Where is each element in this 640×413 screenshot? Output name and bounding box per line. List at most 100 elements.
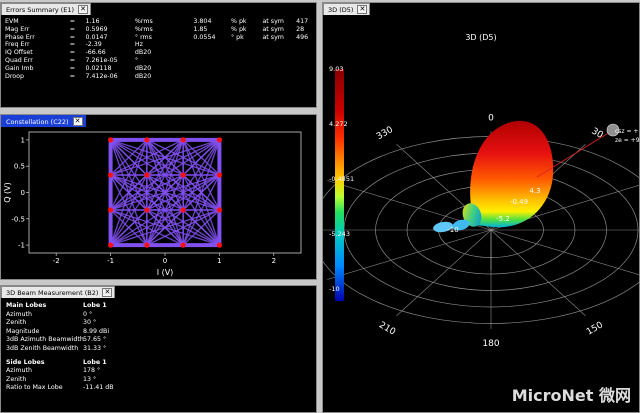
watermark: MicroNet 微网 (511, 386, 631, 405)
beam-key: 3dB Azimuth Beamwidth (6, 336, 84, 344)
errors-cell-unit: Hz (134, 41, 143, 49)
errors-cell-eq: = (69, 56, 76, 64)
symbol-point (144, 207, 150, 213)
errors-cell-at (262, 73, 296, 81)
polar-angle-label: 30 (590, 126, 605, 141)
view3d-tab[interactable]: 3D (D5) ✕ (323, 3, 371, 15)
errors-cell-unit: dB20 (134, 64, 152, 72)
beam-row: Azimuth 178 ° (6, 367, 114, 376)
symbol-point (216, 207, 222, 213)
symbol-point (108, 172, 114, 178)
trajectory-mesh (109, 139, 221, 246)
errors-cell-at (262, 65, 296, 73)
x-tick-label: 0 (163, 257, 167, 265)
beam-row: Azimuth 0 ° (6, 311, 114, 320)
errors-cell-name: Mag Err (5, 25, 30, 33)
constellation-body: -2 -1 0 1 2 1 0.5 0 -0.5 -1 I (V) Q (V) (1, 127, 316, 279)
beam-row: Main Lobes Lobe 1 (6, 302, 114, 311)
beam-measurement-tab-label: 3D Beam Measurement (B2) (6, 289, 99, 297)
colorbar-label: 4.272 (329, 120, 348, 128)
errors-row: Mag Err = 0.5969 %rms 1.85 % pk at sym 28 (5, 26, 316, 34)
x-tick-label: -1 (107, 257, 114, 265)
errors-cell-eq: = (69, 41, 76, 49)
beam-key: Azimuth (6, 367, 32, 375)
errors-cell-val: 7.412e-06 (85, 72, 118, 80)
errors-cell-at: at sym (262, 18, 284, 25)
errors-cell-name: Phase Err (5, 33, 35, 41)
beam-key: Azimuth (6, 310, 32, 318)
constellation-chart[interactable]: -2 -1 0 1 2 1 0.5 0 -0.5 -1 I (V) Q (V) (1, 127, 316, 279)
y-tick-label: 1 (21, 136, 25, 144)
errors-cell-pk (193, 73, 231, 81)
errors-cell-sym: 417 (296, 18, 309, 25)
errors-cell-val: 0.02118 (85, 64, 112, 72)
errors-row: Freq Err = -2.39 Hz (5, 41, 316, 49)
polar-angle-label: 330 (375, 125, 395, 142)
view3d-plot[interactable]: 03060901201501802102402703003304.3-0.49-… (323, 15, 639, 412)
errors-cell-name: Freq Err (5, 41, 30, 49)
errors-summary-tab[interactable]: Errors Summary (E1) ✕ (1, 3, 92, 15)
errors-cell-pk (193, 41, 231, 49)
beam-key: Ratio to Max Lobe (6, 384, 63, 392)
beam-key: 3dB Zenith Beamwidth (6, 344, 79, 352)
y-tick-label: 0 (21, 189, 25, 197)
symbol-point (144, 172, 150, 178)
colorbar (335, 69, 344, 301)
beam-key: Zenith (6, 375, 27, 383)
polar-angle-label: 0 (488, 113, 494, 123)
errors-row: Gain Imb = 0.02118 dB20 (5, 65, 316, 73)
beam-row: Side Lobes Lobe 1 (6, 359, 114, 368)
close-icon[interactable]: ✕ (72, 117, 83, 126)
colorbar-label: -5.243 (329, 230, 350, 238)
surface-level-label: -5.2 (496, 215, 510, 223)
close-icon[interactable]: ✕ (102, 288, 113, 297)
beam-value: 13 ° (83, 375, 97, 383)
errors-cell-pk: 1.85 (193, 25, 208, 33)
beam-value: -11.41 dB (83, 384, 114, 392)
beam-measurement-tab[interactable]: 3D Beam Measurement (B2) ✕ (1, 286, 116, 298)
errors-cell-pkunit (231, 65, 263, 73)
errors-cell-at (262, 41, 296, 49)
colorbar-label: -10 (329, 285, 340, 293)
errors-cell-pkunit (231, 57, 263, 65)
errors-cell-val: -2.39 (85, 41, 102, 49)
errors-cell-pkunit: ° pk (230, 33, 244, 41)
symbol-point (108, 137, 114, 143)
errors-cell-name: Droop (5, 72, 25, 80)
surface-level-label: -0.49 (510, 198, 528, 206)
errors-cell-unit: %rms (134, 18, 153, 25)
y-tick-label: -0.5 (11, 215, 25, 223)
beam-measurement-body: Main Lobes Lobe 1 Azimuth 0 ° Zenith 30 ° Magn… (1, 298, 316, 412)
errors-cell-pkunit (231, 49, 263, 57)
marker-readout: csz = +0 (615, 128, 639, 135)
errors-cell-at: at sym (262, 33, 284, 41)
symbol-point (180, 137, 186, 143)
constellation-tab[interactable]: Constellation (C22) ✕ (1, 115, 86, 127)
errors-cell-name: IQ Offset (5, 49, 33, 57)
beam-measurement-table: Main Lobes Lobe 1 Azimuth 0 ° Zenith 30 ° Magn… (6, 302, 114, 393)
close-icon[interactable]: ✕ (78, 5, 89, 14)
errors-cell-eq: = (69, 33, 76, 41)
symbol-point (108, 207, 114, 213)
beam-key: Zenith (6, 319, 27, 327)
polar-angle-label: 150 (585, 320, 605, 337)
x-tick-label: 1 (217, 257, 221, 265)
beam-row: Ratio to Max Lobe -11.41 dB (6, 384, 114, 393)
errors-row: Phase Err = 0.0147 ° rms 0.0554 ° pk at sym 496 (5, 34, 316, 42)
errors-cell-val: 7.261e-05 (85, 56, 118, 64)
errors-cell-name: EVM (5, 18, 19, 25)
close-icon[interactable]: ✕ (357, 5, 368, 14)
errors-cell-sym (296, 41, 316, 49)
errors-cell-eq: = (69, 18, 76, 25)
beam-value: 178 ° (83, 367, 101, 375)
errors-cell-pk: 0.0554 (193, 33, 216, 41)
errors-cell-unit: %rms (134, 25, 153, 33)
errors-cell-name: Quad Err (5, 56, 33, 64)
beam-row: 3dB Azimuth Beamwidth57.65 ° (6, 336, 114, 345)
errors-cell-name: Gain Imb (5, 64, 34, 72)
errors-cell-pk (193, 65, 231, 73)
errors-cell-sym (296, 49, 316, 57)
beam-value: 31.33 ° (83, 344, 107, 352)
x-tick-label: 2 (272, 257, 276, 265)
errors-summary-tab-label: Errors Summary (E1) (6, 6, 75, 14)
